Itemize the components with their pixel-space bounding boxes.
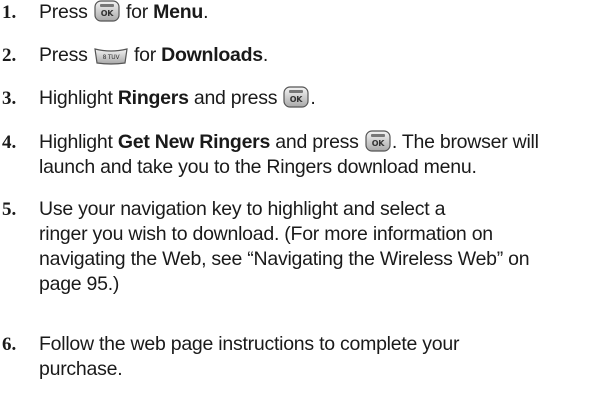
step-text: Highlight Get New Ringers and press OK .…	[39, 130, 539, 178]
step-number: 6.	[2, 334, 17, 355]
svg-text:8 TUV: 8 TUV	[102, 54, 120, 61]
step-number: 2.	[2, 45, 17, 66]
step-text: Follow the web page instructions to comp…	[39, 333, 460, 380]
step-number: 3.	[2, 88, 17, 109]
step-number: 4.	[2, 132, 17, 153]
step-text: Use your navigation key to highlight and…	[39, 198, 530, 295]
step-number: 5.	[2, 199, 17, 220]
step-text: Press OK for Menu.	[39, 0, 209, 23]
svg-text:OK: OK	[101, 9, 115, 18]
8-tuv-key-icon: 8 TUV	[94, 47, 128, 65]
svg-text:OK: OK	[372, 139, 386, 148]
menu-ok-key-icon: OK	[94, 0, 120, 22]
menu-ok-key-icon: OK	[365, 130, 391, 152]
step-text: Highlight Ringers and press OK .	[39, 86, 316, 109]
step-text: Press 8 TUV for Downloads.	[39, 44, 269, 66]
step-number: 1.	[2, 2, 17, 23]
menu-ok-key-icon: OK	[283, 86, 310, 108]
svg-text:OK: OK	[290, 95, 304, 104]
